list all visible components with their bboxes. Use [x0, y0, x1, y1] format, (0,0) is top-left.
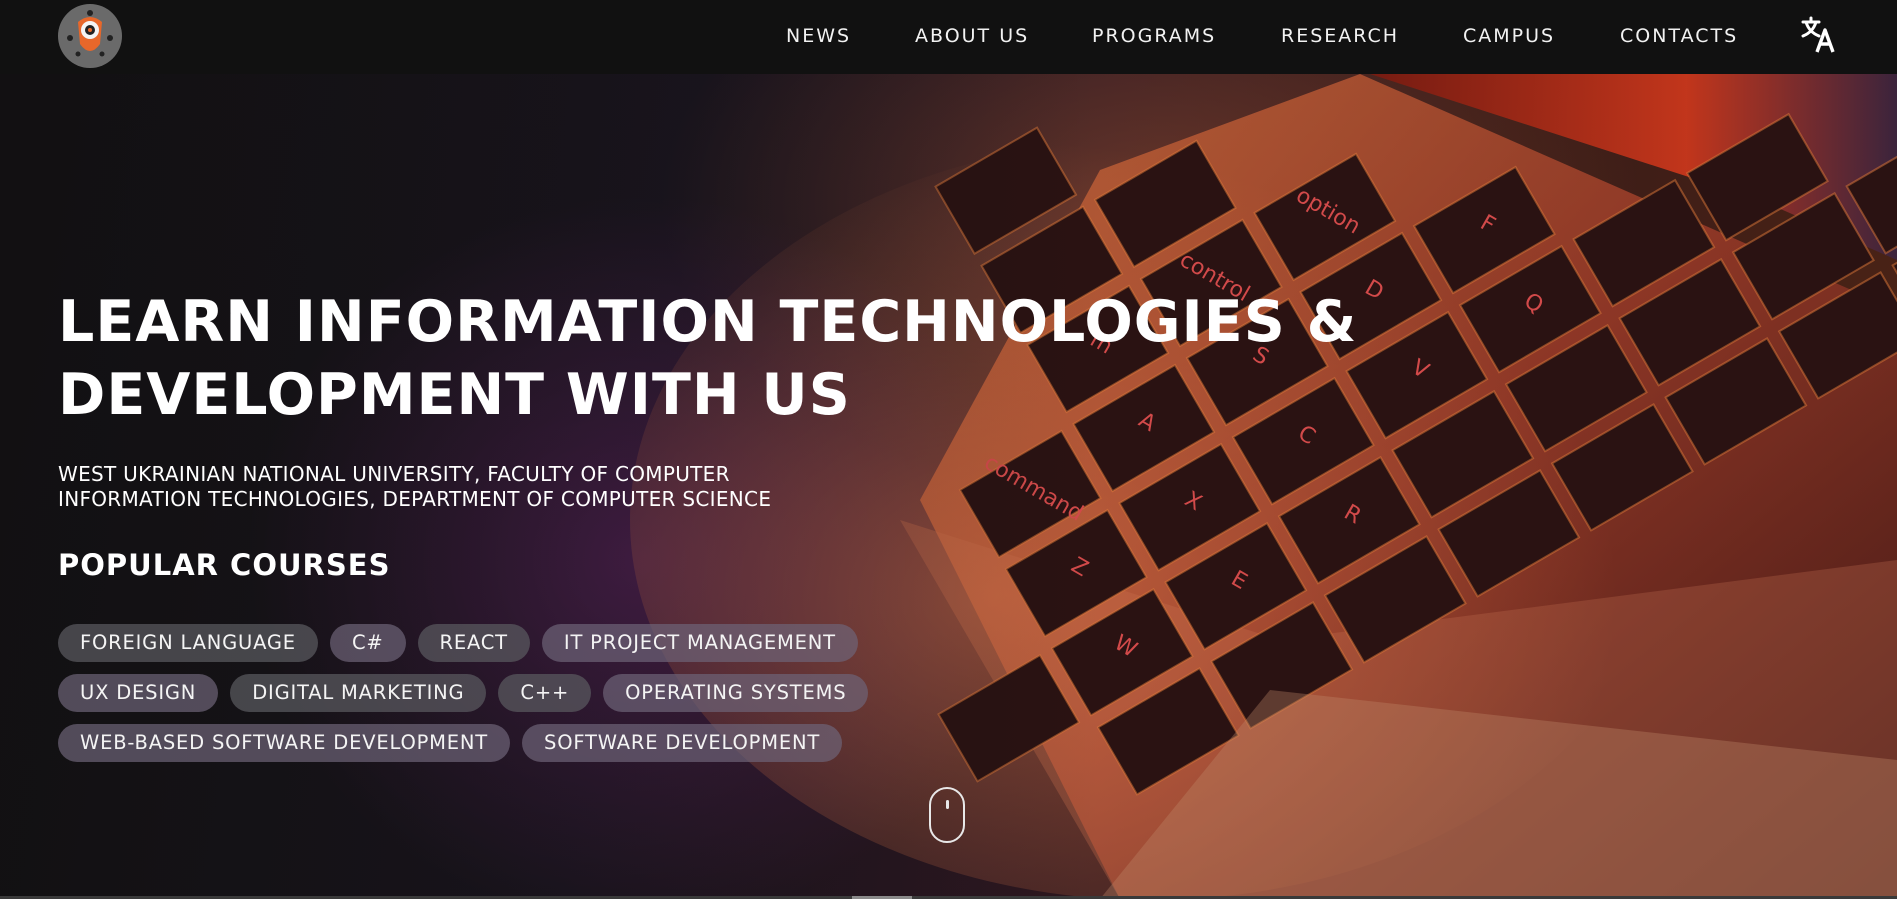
robot-eye-logo-icon[interactable] — [58, 4, 122, 68]
course-chip-software-development[interactable]: SOFTWARE DEVELOPMENT — [522, 724, 843, 762]
course-chip-react[interactable]: REACT — [417, 624, 530, 662]
mouse-scroll-icon[interactable] — [929, 787, 965, 843]
page-title: LEARN INFORMATION TECHNOLOGIES & DEVELOP… — [58, 286, 1458, 432]
title-line-2: DEVELOPMENT WITH US — [58, 362, 851, 428]
course-row-3: WEB-BASED SOFTWARE DEVELOPMENT SOFTWARE … — [58, 724, 918, 762]
course-chips: FOREIGN LANGUAGE C# REACT IT PROJECT MAN… — [58, 624, 918, 774]
nav-contacts[interactable]: CONTACTS — [1620, 22, 1738, 50]
subtitle-line-2: INFORMATION TECHNOLOGIES, DEPARTMENT OF … — [58, 487, 772, 511]
top-navbar: NEWS ABOUT US PROGRAMS RESEARCH CAMPUS C… — [0, 0, 1897, 74]
nav-about-us[interactable]: ABOUT US — [915, 22, 1029, 50]
subtitle-line-1: WEST UKRAINIAN NATIONAL UNIVERSITY, FACU… — [58, 462, 730, 486]
nav-news[interactable]: NEWS — [786, 22, 851, 50]
popular-courses-heading: POPULAR COURSES — [58, 548, 391, 582]
course-chip-cpp[interactable]: C++ — [498, 674, 592, 712]
course-chip-csharp[interactable]: C# — [329, 624, 406, 662]
course-row-2: UX DESIGN DIGITAL MARKETING C++ OPERATIN… — [58, 674, 918, 712]
course-row-1: FOREIGN LANGUAGE C# REACT IT PROJECT MAN… — [58, 624, 918, 662]
nav-research[interactable]: RESEARCH — [1281, 22, 1399, 50]
course-chip-ux-design[interactable]: UX DESIGN — [58, 674, 219, 712]
course-chip-digital-marketing[interactable]: DIGITAL MARKETING — [230, 674, 487, 712]
nav-campus[interactable]: CAMPUS — [1463, 22, 1555, 50]
nav-programs[interactable]: PROGRAMS — [1092, 22, 1216, 50]
course-chip-foreign-language[interactable]: FOREIGN LANGUAGE — [58, 624, 318, 662]
course-chip-web-based-software-development[interactable]: WEB-BASED SOFTWARE DEVELOPMENT — [58, 724, 511, 762]
scroll-wheel — [946, 800, 949, 809]
course-chip-operating-systems[interactable]: OPERATING SYSTEMS — [603, 674, 869, 712]
title-line-1: LEARN INFORMATION TECHNOLOGIES & — [58, 289, 1358, 355]
translate-icon[interactable] — [1800, 16, 1838, 54]
page-subtitle: WEST UKRAINIAN NATIONAL UNIVERSITY, FACU… — [58, 462, 958, 512]
course-chip-it-project-management[interactable]: IT PROJECT MANAGEMENT — [541, 624, 858, 662]
